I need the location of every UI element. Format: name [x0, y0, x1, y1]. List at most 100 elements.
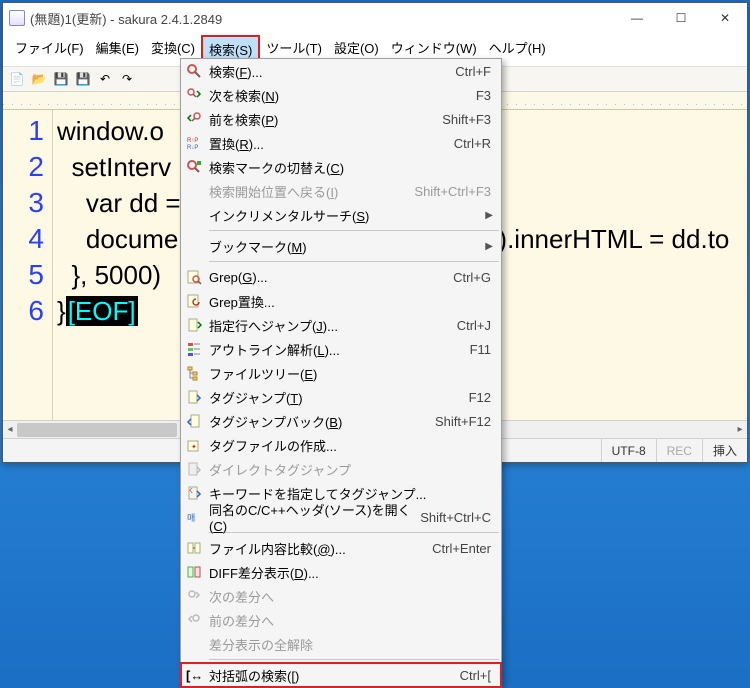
menu-edit[interactable]: 編集(E) — [90, 35, 145, 64]
close-button[interactable]: ✕ — [703, 4, 747, 32]
bracket-icon: [↔] — [181, 667, 207, 683]
menu-item-label: 前の差分へ — [207, 611, 491, 630]
status-encoding[interactable]: UTF-8 — [601, 439, 656, 462]
toolbar-saveall-icon[interactable]: 💾 — [73, 69, 93, 89]
menu-item-shortcut: Shift+Ctrl+C — [420, 510, 501, 525]
menu-item-shortcut: Shift+Ctrl+F3 — [414, 184, 501, 199]
tag-back-icon — [181, 413, 207, 429]
submenu-arrow-icon: ▶ — [485, 210, 501, 221]
menu-item-label: タグジャンプ(T) — [207, 388, 469, 407]
goto-icon — [181, 317, 207, 333]
grep-icon — [181, 269, 207, 285]
menu-item[interactable]: 検索マークの切替え(C) — [181, 155, 501, 179]
scroll-right-arrow-icon[interactable]: ▸ — [733, 421, 747, 438]
menu-item-label: 次を検索(N) — [207, 86, 476, 105]
menu-item[interactable]: ファイル内容比較(@)...Ctrl+Enter — [181, 536, 501, 560]
menu-item-shortcut: F12 — [469, 390, 501, 405]
scroll-left-arrow-icon[interactable]: ◂ — [3, 421, 17, 438]
menu-item: 検索開始位置へ戻る(I)Shift+Ctrl+F3 — [181, 179, 501, 203]
eof-marker: [EOF] — [66, 296, 138, 326]
search-menu-dropdown: 検索(F)...Ctrl+F次を検索(N)F3前を検索(P)Shift+F3R↑… — [180, 58, 502, 688]
menu-item-label: 指定行へジャンプ(J)... — [207, 316, 457, 335]
tag-make-icon: ✦ — [181, 437, 207, 453]
menu-item-label: アウトライン解析(L)... — [207, 340, 470, 359]
menu-item[interactable]: R↑PR↓P置換(R)...Ctrl+R — [181, 131, 501, 155]
menu-item[interactable]: タグジャンプ(T)F12 — [181, 385, 501, 409]
menu-item[interactable]: インクリメンタルサーチ(S)▶ — [181, 203, 501, 227]
toolbar-save-icon[interactable]: 💾 — [51, 69, 71, 89]
menu-item-label: 対括弧の検索([) — [207, 666, 460, 685]
search-next-icon — [181, 87, 207, 103]
menu-item[interactable]: Grep(G)...Ctrl+G — [181, 265, 501, 289]
menu-item[interactable]: ファイルツリー(E) — [181, 361, 501, 385]
svg-text:R↓P: R↓P — [187, 145, 198, 151]
status-insert[interactable]: 挿入 — [702, 439, 747, 462]
menu-file[interactable]: ファイル(F) — [9, 35, 90, 64]
menu-item[interactable]: 検索(F)...Ctrl+F — [181, 59, 501, 83]
menu-item-label: 置換(R)... — [207, 134, 454, 153]
menu-item-label: ブックマーク(M) — [207, 237, 485, 256]
toolbar-open-icon[interactable]: 📂 — [29, 69, 49, 89]
diff-icon — [181, 564, 207, 580]
search-icon — [181, 63, 207, 79]
menu-item-label: DIFF差分表示(D)... — [207, 563, 491, 582]
menu-item-shortcut: Shift+F12 — [435, 414, 501, 429]
menu-item-label: ファイルツリー(E) — [207, 364, 491, 383]
menu-item-shortcut: F3 — [476, 88, 501, 103]
diff-next-icon — [181, 588, 207, 604]
search-mark-icon — [181, 159, 207, 175]
menu-item[interactable]: 次を検索(N)F3 — [181, 83, 501, 107]
menu-item[interactable]: [↔] 対括弧の検索([)Ctrl+[ — [181, 663, 501, 687]
menu-item[interactable]: 매同名のC/C++ヘッダ(ソース)を開く(C)Shift+Ctrl+C — [181, 505, 501, 529]
tree-icon — [181, 365, 207, 381]
menu-item-label: インクリメンタルサーチ(S) — [207, 206, 485, 225]
diff-file-icon — [181, 540, 207, 556]
menu-item-label: 検索マークの切替え(C) — [207, 158, 491, 177]
toolbar-redo-icon[interactable]: ↷ — [117, 69, 137, 89]
menu-item-label: ファイル内容比較(@)... — [207, 539, 432, 558]
titlebar[interactable]: (無題)1(更新) - sakura 2.4.1.2849 — ☐ ✕ — [3, 3, 747, 33]
search-prev-icon — [181, 111, 207, 127]
menu-item-label: 前を検索(P) — [207, 110, 442, 129]
menu-item[interactable]: アウトライン解析(L)...F11 — [181, 337, 501, 361]
outline-icon — [181, 341, 207, 357]
menu-item-shortcut: Ctrl+R — [454, 136, 501, 151]
cpp-icon: 매 — [181, 509, 207, 525]
tag-direct-icon — [181, 461, 207, 477]
menu-item[interactable]: 指定行へジャンプ(J)...Ctrl+J — [181, 313, 501, 337]
menu-item-shortcut: Ctrl+F — [455, 64, 501, 79]
tag-kw-icon: K — [181, 485, 207, 501]
menu-item[interactable]: ✦タグファイルの作成... — [181, 433, 501, 457]
scroll-thumb[interactable] — [17, 423, 177, 437]
menu-item-label: ダイレクトタグジャンプ — [207, 460, 491, 479]
menu-item-label: タグジャンプバック(B) — [207, 412, 435, 431]
menu-item-label: 同名のC/C++ヘッダ(ソース)を開く(C) — [207, 500, 420, 534]
menu-item[interactable]: DIFF差分表示(D)... — [181, 560, 501, 584]
menu-item[interactable]: タグジャンプバック(B)Shift+F12 — [181, 409, 501, 433]
menu-item-label: 検索(F)... — [207, 62, 455, 81]
svg-text:매: 매 — [187, 513, 195, 523]
menu-item: 差分表示の全解除 — [181, 632, 501, 656]
diff-prev-icon — [181, 612, 207, 628]
status-rec[interactable]: REC — [656, 439, 702, 462]
menu-item-label: Grep(G)... — [207, 270, 453, 285]
menu-item-shortcut: Ctrl+[ — [460, 668, 501, 683]
line-gutter: 1 2 3 4 5 6 — [3, 110, 53, 420]
maximize-button[interactable]: ☐ — [659, 4, 703, 32]
menu-item-label: 次の差分へ — [207, 587, 491, 606]
svg-text:[↔]: [↔] — [186, 668, 202, 683]
menu-item[interactable]: 前を検索(P)Shift+F3 — [181, 107, 501, 131]
minimize-button[interactable]: — — [615, 4, 659, 32]
menu-item[interactable]: ブックマーク(M)▶ — [181, 234, 501, 258]
menu-item: ダイレクトタグジャンプ — [181, 457, 501, 481]
menu-item-label: Grep置換... — [207, 292, 491, 311]
app-icon — [9, 10, 25, 26]
toolbar-undo-icon[interactable]: ↶ — [95, 69, 115, 89]
toolbar-new-icon[interactable]: 📄 — [7, 69, 27, 89]
menu-item-shortcut: Ctrl+Enter — [432, 541, 501, 556]
menu-item-label: タグファイルの作成... — [207, 436, 491, 455]
menu-item-label: 差分表示の全解除 — [207, 635, 491, 654]
menu-item[interactable]: Grep置換... — [181, 289, 501, 313]
grep-rep-icon — [181, 293, 207, 309]
menu-item-shortcut: Ctrl+G — [453, 270, 501, 285]
